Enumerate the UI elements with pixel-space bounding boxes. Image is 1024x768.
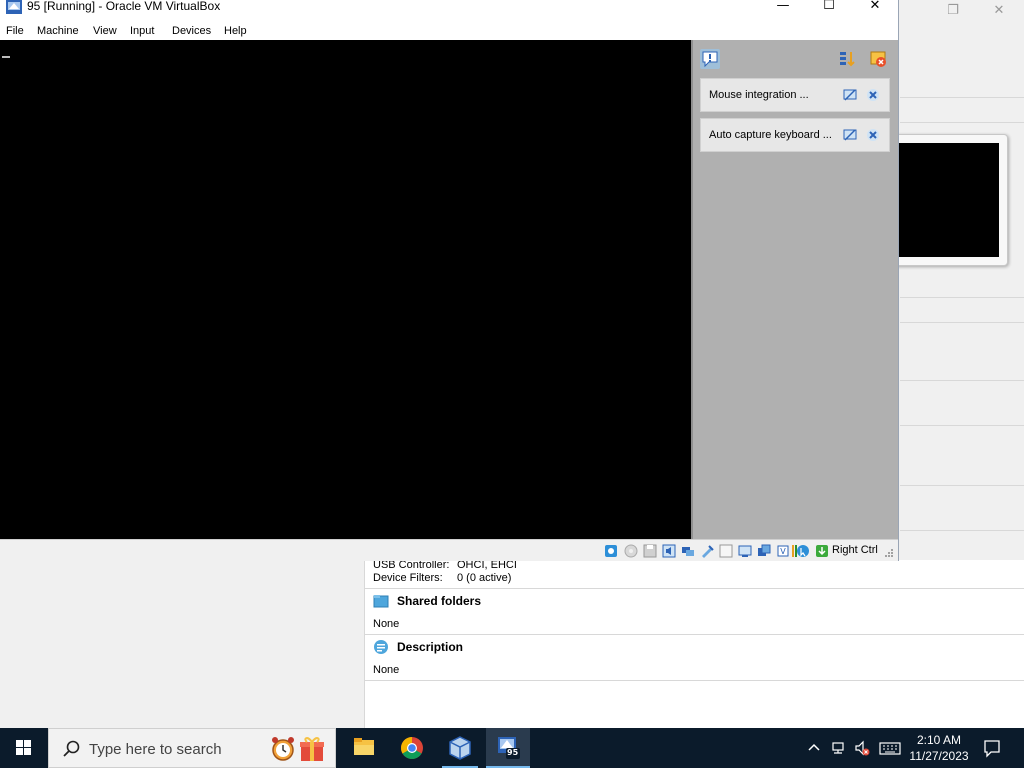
taskbar-file-explorer[interactable] <box>342 728 386 768</box>
network-icon[interactable] <box>831 740 847 756</box>
recording-icon[interactable] <box>757 544 771 558</box>
manager-divider <box>900 485 1024 486</box>
virtualbox-icon <box>449 736 471 760</box>
host-key-label: Right Ctrl <box>832 544 878 556</box>
restore-button[interactable]: ❐ <box>930 0 976 22</box>
vm-preview <box>882 134 1008 266</box>
keyboard-icon[interactable] <box>879 740 901 756</box>
windows-logo-icon <box>16 740 31 755</box>
display-icon[interactable] <box>738 544 752 558</box>
notification-text: Auto capture keyboard ... <box>709 129 832 141</box>
alarm-clock-icon[interactable] <box>269 735 297 763</box>
shared-folders-value: None <box>373 618 400 630</box>
resize-grip-icon[interactable] <box>884 548 894 558</box>
notification-text: Mouse integration ... <box>709 89 809 101</box>
do-not-show-again-icon[interactable] <box>843 128 857 142</box>
chrome-icon <box>401 737 423 759</box>
manager-divider <box>900 380 1024 381</box>
taskbar-chrome[interactable] <box>390 728 434 768</box>
manager-machine-list <box>0 560 364 728</box>
notification-center-pane: Mouse integration ... Auto capture keybo… <box>691 40 898 539</box>
shared-folders-title: Shared folders <box>397 594 482 608</box>
taskbar-virtualbox-vm-95[interactable]: 95 <box>486 728 530 768</box>
volume-muted-icon[interactable] <box>854 740 870 756</box>
menu-help[interactable]: Help <box>224 25 247 37</box>
details-pane: USB Controller: OHCI, EHCI Device Filters… <box>364 559 1024 728</box>
hard-disk-icon[interactable] <box>604 544 618 558</box>
device-filters-row: Device Filters: 0 (0 active) <box>373 572 511 584</box>
manager-divider <box>900 322 1024 323</box>
vm-display[interactable] <box>0 40 691 539</box>
folder-icon <box>373 595 389 608</box>
close-button[interactable]: ✕ <box>852 0 898 14</box>
window-title: 95 [Running] - Oracle VM VirtualBox <box>27 0 221 13</box>
manager-divider <box>900 425 1024 426</box>
manager-divider <box>900 122 1024 123</box>
vm-badge: 95 <box>507 748 519 757</box>
device-filters-value: 0 (0 active) <box>457 572 512 584</box>
usb-icon[interactable] <box>700 544 714 558</box>
close-button[interactable]: ✕ <box>976 0 1022 22</box>
description-value: None <box>373 664 400 676</box>
host-key-icon[interactable] <box>815 544 829 558</box>
description-title: Description <box>397 640 464 654</box>
text-cursor <box>2 56 10 58</box>
menu-devices[interactable]: Devices <box>172 25 211 37</box>
description-icon <box>374 640 388 654</box>
manager-divider <box>900 297 1024 298</box>
folder-icon <box>354 738 374 755</box>
menu-input[interactable]: Input <box>130 25 154 37</box>
details-divider <box>365 680 1024 681</box>
dismiss-all-icon[interactable] <box>868 49 888 69</box>
search-icon <box>63 740 80 757</box>
device-filters-key: Device Filters: <box>373 572 443 584</box>
network-icon[interactable] <box>681 544 695 558</box>
description-header[interactable]: Description <box>365 634 1024 658</box>
action-center-icon[interactable] <box>982 738 1002 758</box>
manager-divider <box>900 530 1024 531</box>
notification-center-icon[interactable] <box>700 49 720 69</box>
vm-window: 95 [Running] - Oracle VM VirtualBox — ☐ … <box>0 0 899 561</box>
menu-machine[interactable]: Machine <box>37 25 79 37</box>
audio-icon[interactable] <box>662 544 676 558</box>
menu-bar: File Machine View Input Devices Help <box>0 22 898 40</box>
svg-text:V: V <box>780 547 786 556</box>
clock-date: 11/27/2023 <box>909 749 969 763</box>
clock-time: 2:10 AM <box>916 733 962 747</box>
optical-drive-icon[interactable] <box>624 544 638 558</box>
taskbar: Type here to search 95 2:10 AM 11/27/202… <box>0 728 1024 768</box>
do-not-show-again-icon[interactable] <box>843 88 857 102</box>
notification-auto-capture-keyboard[interactable]: Auto capture keyboard ... <box>700 118 890 152</box>
mouse-integration-icon[interactable] <box>796 544 810 558</box>
vm-preview-screen <box>897 143 999 257</box>
start-button[interactable] <box>0 728 48 768</box>
status-bar: V Right Ctrl <box>0 539 898 561</box>
floppy-icon[interactable] <box>643 544 657 558</box>
search-box[interactable]: Type here to search <box>48 728 336 768</box>
clock[interactable]: 2:10 AM 11/27/2023 <box>900 732 978 764</box>
close-notification-icon[interactable] <box>866 88 880 102</box>
chevron-up-icon[interactable] <box>806 740 822 756</box>
manager-caption-buttons: ❐ ✕ <box>900 0 1024 22</box>
shared-folders-icon[interactable] <box>719 544 733 558</box>
maximize-button[interactable]: ☐ <box>806 0 852 14</box>
menu-file[interactable]: File <box>6 25 24 37</box>
gift-icon[interactable] <box>299 735 325 763</box>
sort-icon[interactable] <box>838 49 858 69</box>
close-notification-icon[interactable] <box>866 128 880 142</box>
virtualbox-vm-icon <box>6 0 22 14</box>
shared-folders-header[interactable]: Shared folders <box>365 588 1024 612</box>
taskbar-virtualbox-manager[interactable] <box>438 728 482 768</box>
menu-view[interactable]: View <box>93 25 117 37</box>
search-placeholder: Type here to search <box>89 741 222 758</box>
title-bar[interactable]: 95 [Running] - Oracle VM VirtualBox — ☐ … <box>0 0 898 18</box>
minimize-button[interactable]: — <box>760 0 806 14</box>
manager-divider <box>900 97 1024 98</box>
notification-mouse-integration[interactable]: Mouse integration ... <box>700 78 890 112</box>
cpu-icon[interactable]: V <box>776 544 790 558</box>
